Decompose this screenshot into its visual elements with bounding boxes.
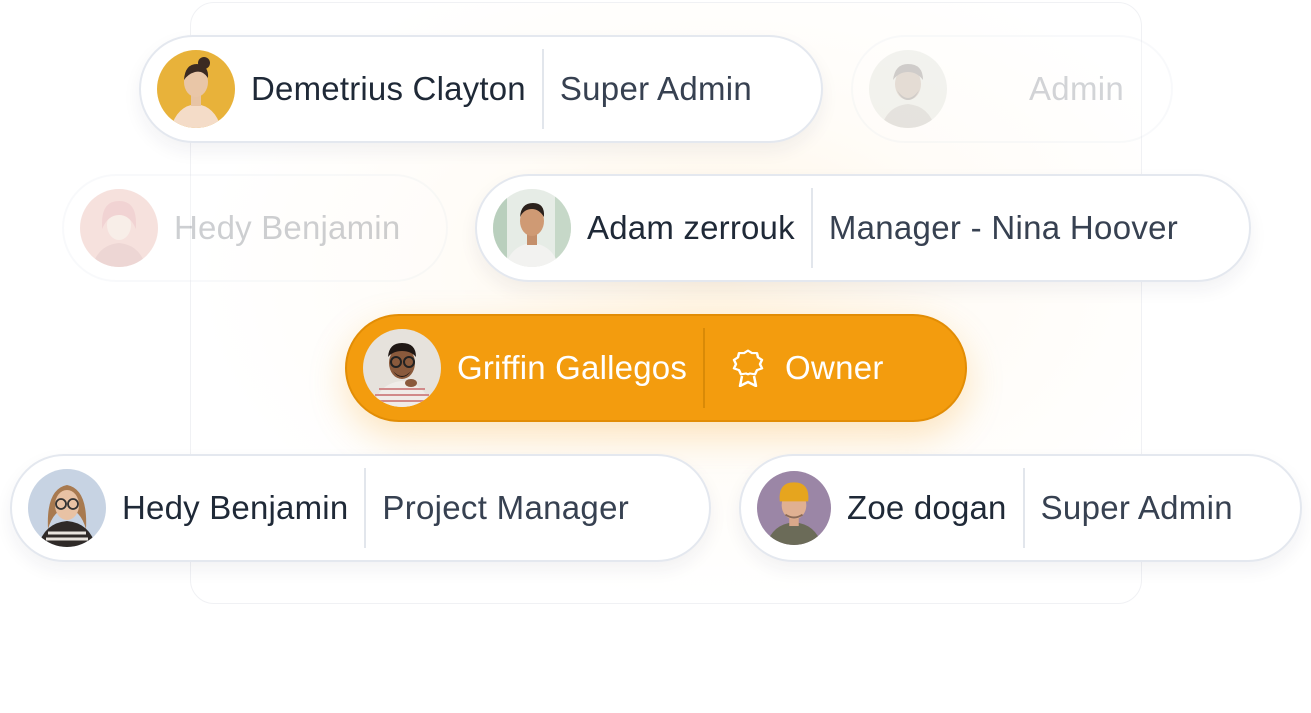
- member-role: Super Admin: [1040, 489, 1233, 526]
- member-role: Owner: [785, 349, 884, 386]
- member-chip-admin[interactable]: Admin: [851, 35, 1173, 143]
- member-role: Manager - Nina Hoover: [828, 209, 1179, 246]
- divider: [810, 188, 813, 268]
- avatar: [80, 189, 158, 267]
- award-ribbon-icon: [732, 349, 764, 387]
- member-role: Admin: [1029, 70, 1125, 107]
- member-role: Super Admin: [559, 70, 753, 107]
- member-chip-hedy-benjamin[interactable]: Hedy Benjamin Project Manager: [10, 454, 711, 562]
- member-name: Hedy Benjamin: [174, 209, 401, 246]
- divider: [541, 49, 544, 129]
- member-chip-demetrius-clayton[interactable]: Demetrius Clayton Super Admin: [139, 35, 823, 143]
- avatar: [869, 50, 947, 128]
- divider: [364, 468, 367, 548]
- member-chip-adam-zerrouk[interactable]: Adam zerrouk Manager - Nina Hoover: [475, 174, 1251, 282]
- avatar: [157, 50, 235, 128]
- member-role: Project Manager: [382, 489, 630, 526]
- member-name: Griffin Gallegos: [457, 349, 688, 386]
- member-chip-hedy-benjamin-faded[interactable]: Hedy Benjamin: [62, 174, 448, 282]
- avatar: [757, 471, 831, 545]
- divider: [703, 328, 706, 408]
- avatar: [28, 469, 106, 547]
- member-name: Zoe dogan: [847, 489, 1007, 526]
- avatar: [493, 189, 571, 267]
- member-chip-griffin-gallegos-owner[interactable]: Griffin Gallegos Owner: [345, 314, 967, 422]
- member-name: Demetrius Clayton: [251, 70, 526, 107]
- divider: [1022, 468, 1025, 548]
- member-name: Adam zerrouk: [587, 209, 795, 246]
- member-chip-zoe-dogan[interactable]: Zoe dogan Super Admin: [739, 454, 1302, 562]
- avatar: [363, 329, 441, 407]
- member-name: Hedy Benjamin: [122, 489, 349, 526]
